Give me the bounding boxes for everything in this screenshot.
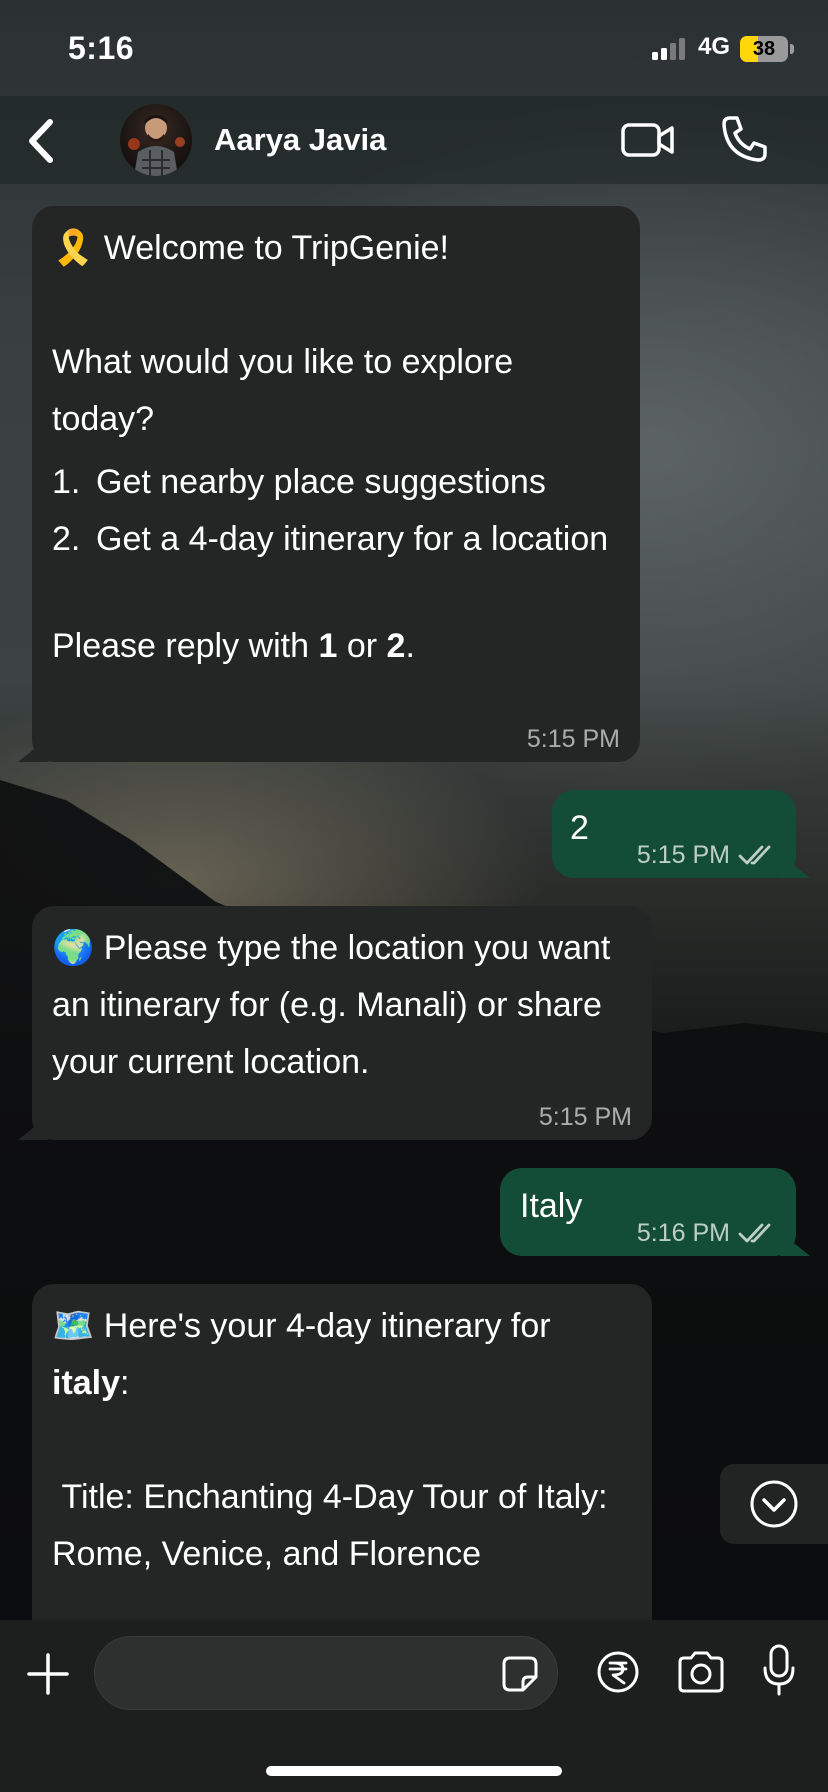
camera-button[interactable] — [676, 1650, 726, 1694]
rupee-icon — [597, 1651, 639, 1693]
itinerary-title: Title: Enchanting 4-Day Tour of Italy: R… — [52, 1478, 618, 1573]
itinerary-place: italy — [52, 1364, 121, 1402]
chat-header: Aarya Javia — [0, 96, 828, 184]
attach-button[interactable] — [26, 1652, 70, 1696]
battery-tip — [790, 44, 794, 54]
status-time: 5:16 — [68, 30, 135, 66]
message-time: 5:16 PM — [636, 1219, 730, 1247]
home-indicator[interactable] — [266, 1766, 562, 1776]
message-input[interactable] — [119, 1637, 463, 1711]
ribbon-emoji: 🎗️ — [52, 229, 95, 267]
message-meta: 5:15 PM — [637, 840, 776, 870]
globe-emoji: 🌍 — [52, 929, 95, 967]
option-number: 2. — [52, 520, 81, 558]
chat-screen: 5:16 4G 38 Aarya Javia 🎗️ Welcome to Tri… — [0, 0, 828, 1792]
message-input-wrapper — [94, 1636, 558, 1711]
double-check-icon — [738, 845, 771, 865]
reply-suffix: . — [405, 627, 415, 665]
sticker-icon — [502, 1656, 538, 1692]
battery-icon: 38 — [740, 36, 788, 62]
network-type: 4G — [698, 33, 731, 60]
itinerary-colon: : — [120, 1364, 130, 1402]
avatar[interactable] — [120, 104, 192, 176]
message-meta: 5:15 PM — [539, 1102, 632, 1132]
battery-level: 38 — [752, 38, 776, 60]
message-bubble-outgoing[interactable]: Italy 5:16 PM — [500, 1168, 796, 1256]
chevron-left-icon — [29, 119, 53, 163]
message-meta: 5:16 PM — [637, 1218, 776, 1248]
message-time: 5:15 PM — [538, 1103, 632, 1131]
message-bubble-outgoing[interactable]: 2 5:15 PM — [552, 790, 796, 878]
message-bubble-incoming[interactable]: 🌍 Please type the location you want an i… — [32, 906, 652, 1140]
message-title: Welcome to TripGenie! — [103, 229, 449, 267]
message-body: Please type the location you want an iti… — [52, 929, 611, 1081]
contact-name[interactable]: Aarya Javia — [214, 122, 386, 158]
message-title-line: 🎗️ Welcome to TripGenie! — [52, 220, 620, 277]
message-question: What would you like to explore today? — [52, 343, 514, 438]
map-emoji: 🗺️ — [52, 1307, 95, 1345]
voice-call-button[interactable] — [720, 114, 768, 164]
option-text: Get nearby place suggestions — [96, 463, 546, 501]
itinerary-intro-text: Here's your 4-day itinerary for — [103, 1307, 551, 1345]
scroll-to-bottom-button[interactable] — [720, 1464, 828, 1544]
reply-prefix: Please reply with — [52, 627, 319, 665]
options-list: 1. Get nearby place suggestions 2. Get a… — [52, 454, 620, 568]
option-text: Get a 4-day itinerary for a location — [96, 520, 609, 558]
status-bar: 5:16 4G 38 — [0, 0, 828, 96]
signal-icon — [652, 38, 690, 65]
video-call-button[interactable] — [620, 116, 676, 164]
plus-icon — [27, 1653, 69, 1695]
reply-option-1: 1 — [318, 627, 338, 665]
phone-icon — [722, 116, 767, 162]
chevron-down-circle-icon — [750, 1480, 798, 1528]
message-time: 5:15 PM — [636, 841, 730, 869]
double-check-icon — [738, 1223, 771, 1243]
reply-or: or — [337, 627, 387, 665]
back-button[interactable] — [20, 114, 64, 168]
video-camera-icon — [621, 123, 674, 157]
itinerary-intro: 🗺️ Here's your 4-day itinerary for italy… — [52, 1298, 632, 1412]
reply-instruction: Please reply with 1 or 2. — [52, 618, 620, 675]
message-text: 🌍 Please type the location you want an i… — [52, 920, 632, 1091]
message-bubble-incoming[interactable]: 🎗️ Welcome to TripGenie! What would you … — [32, 206, 640, 762]
camera-icon — [678, 1651, 724, 1693]
option-number: 1. — [52, 463, 81, 501]
voice-note-button[interactable] — [762, 1644, 796, 1698]
avatar-photo — [128, 115, 185, 176]
reply-option-2: 2 — [386, 627, 406, 665]
microphone-icon — [763, 1644, 795, 1696]
message-meta: 5:15 PM — [527, 724, 620, 754]
list-item: 1. Get nearby place suggestions — [52, 454, 620, 511]
payment-button[interactable] — [596, 1650, 640, 1694]
message-time: 5:15 PM — [526, 725, 620, 753]
list-item: 2. Get a 4-day itinerary for a location — [52, 511, 620, 568]
sticker-button[interactable] — [501, 1655, 539, 1693]
message-composer — [0, 1620, 828, 1792]
